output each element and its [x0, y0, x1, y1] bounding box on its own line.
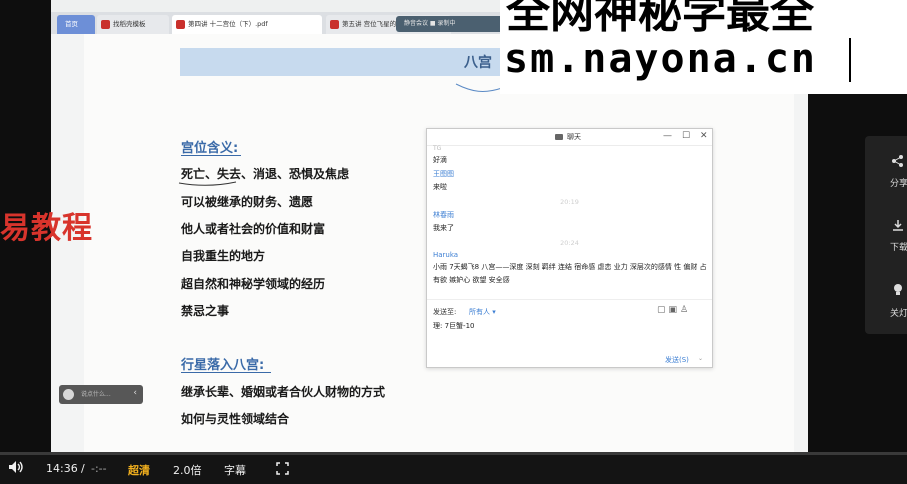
maximize-button[interactable]: ☐ — [682, 131, 690, 141]
send-button[interactable]: 发送(S) — [665, 355, 689, 365]
chat-titlebar: 聊天 — ☐ ✕ — [427, 129, 712, 146]
chat-input[interactable]: 理: 7巨蟹-10 — [433, 321, 474, 331]
meaning-item: 他人或者社会的价值和财富 — [181, 222, 326, 236]
current-time: 14:36 — [46, 462, 78, 475]
download-label[interactable]: 下载 — [890, 240, 907, 253]
user-icon[interactable]: ♙ — [680, 305, 691, 315]
meaning-item: 自我重生的地方 — [181, 249, 266, 263]
subtitles-button[interactable]: 字幕 — [224, 462, 246, 478]
volume-icon[interactable] — [8, 460, 24, 477]
chat-user-name: Haruka — [433, 251, 459, 259]
quality-button[interactable]: 超清 — [128, 462, 150, 478]
send-to-select[interactable]: 所有人 ▾ — [469, 307, 496, 317]
meaning-item: 超自然和神秘学领域的经历 — [181, 277, 326, 291]
planet-item: 继承长辈、婚姻或者合伙人财物的方式 — [181, 385, 386, 399]
send-options-icon[interactable]: ⌄ — [698, 355, 703, 362]
lightbulb-icon[interactable] — [892, 282, 904, 301]
section-underline — [181, 372, 271, 373]
chat-icon — [555, 134, 563, 140]
chat-divider — [427, 299, 712, 300]
section-title-meaning: 宫位含义: — [181, 141, 239, 156]
duration: -:-- — [91, 462, 107, 475]
banner-headline: 全网神秘学最全 — [506, 0, 814, 38]
chat-timestamp: 20:24 — [560, 239, 579, 247]
image-icon[interactable]: ▣ — [669, 305, 681, 315]
pen-annotation — [178, 181, 237, 186]
document-icon — [101, 20, 110, 29]
tab-home[interactable]: 首页 — [57, 15, 95, 34]
chat-message: 好滴 — [433, 156, 447, 164]
section-underline — [181, 155, 241, 156]
lights-off-label[interactable]: 关灯 — [890, 306, 907, 319]
pdf-icon — [330, 20, 339, 29]
tab-template[interactable]: 找稻壳模板 — [97, 15, 169, 34]
chat-message: 我来了 — [433, 224, 454, 232]
chat-user-name: 林春雨 — [433, 211, 454, 219]
comment-input-pill[interactable]: 说点什么... ‹ — [59, 385, 143, 404]
site-banner: 全网神秘学最全 sm.nayona.cn — [500, 0, 907, 94]
section-title-planets: 行星落入八宫: — [181, 358, 265, 373]
time-separator: / — [81, 462, 85, 475]
tab-label: 找稻壳模板 — [113, 20, 146, 28]
tab-label: 第四讲 十二宫位（下）.pdf — [188, 20, 268, 28]
chat-message: 小雨 7天蝎飞8 八宫——深度 深刻 羁绊 连结 宿命感 虐恋 业力 深层次的感… — [433, 263, 707, 284]
progress-bar[interactable] — [0, 452, 907, 455]
chat-toolbar: ▢▣♙ — [657, 305, 691, 315]
chat-timestamp: 20:19 — [560, 198, 579, 206]
side-action-panel: 分享 下载 关灯 — [865, 136, 907, 334]
tab-label: 首页 — [65, 20, 78, 28]
fullscreen-icon[interactable] — [276, 462, 289, 478]
speed-button[interactable]: 2.0倍 — [173, 462, 202, 478]
comment-placeholder: 说点什么... — [81, 391, 111, 398]
download-icon[interactable] — [892, 216, 904, 235]
collapse-chevron-icon[interactable]: ‹ — [133, 388, 137, 398]
avatar — [63, 389, 74, 400]
chat-user-name: TG — [433, 145, 442, 152]
minimize-button[interactable]: — — [663, 131, 672, 141]
share-label[interactable]: 分享 — [890, 176, 907, 189]
text-caret — [849, 38, 851, 82]
send-to-label: 发送至: — [433, 308, 457, 316]
file-icon[interactable]: ▢ — [657, 305, 669, 315]
chat-title: 聊天 — [567, 133, 581, 141]
pdf-icon — [176, 20, 185, 29]
meaning-item: 可以被继承的财务、遗愿 — [181, 195, 314, 209]
banner-url: sm.nayona.cn — [504, 36, 817, 82]
chat-window: 聊天 — ☐ ✕ TG 好滴 王图图 来啦 20:19 林春雨 我来了 20:2… — [426, 128, 713, 368]
tab-pdf-lecture-4[interactable]: 第四讲 十二宫位（下）.pdf — [172, 15, 322, 34]
share-icon[interactable] — [891, 152, 903, 171]
course-watermark: 易教程 — [0, 211, 93, 246]
close-button[interactable]: ✕ — [700, 131, 708, 141]
video-player-controls: 14:36 / -:-- 超清 2.0倍 字幕 — [0, 452, 907, 484]
slide-title: 八宫 — [464, 55, 492, 71]
meaning-item: 禁忌之事 — [181, 304, 230, 318]
planet-item: 如何与灵性领域结合 — [181, 412, 290, 426]
chat-user-name: 王图图 — [433, 170, 454, 178]
chat-message: 来啦 — [433, 183, 447, 191]
